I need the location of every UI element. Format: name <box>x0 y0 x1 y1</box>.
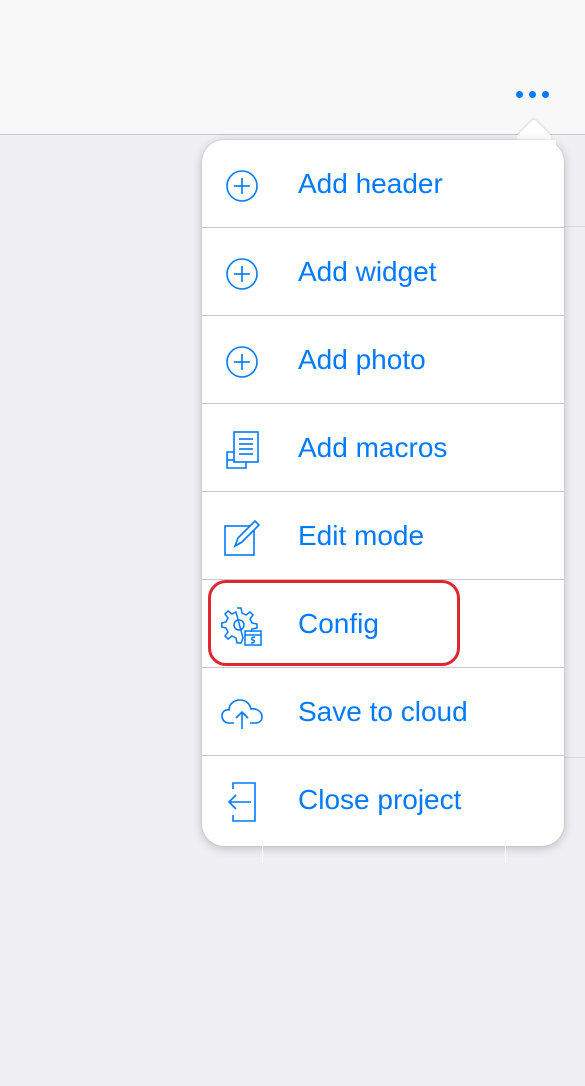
plus-circle-icon <box>220 164 264 208</box>
menu-item-add-photo[interactable]: Add photo <box>202 316 564 404</box>
menu-item-save-to-cloud[interactable]: Save to cloud <box>202 668 564 756</box>
background-divider <box>564 226 585 227</box>
menu-item-label: Save to cloud <box>298 696 468 727</box>
menu-item-add-header[interactable]: Add header <box>202 140 564 228</box>
navigation-bar <box>0 0 585 135</box>
macros-document-icon <box>220 428 264 472</box>
more-options-button[interactable] <box>510 82 554 106</box>
menu-item-label: Add photo <box>298 344 426 375</box>
edit-pencil-icon <box>220 516 264 560</box>
plus-circle-icon <box>220 340 264 384</box>
menu-item-label: Add macros <box>298 432 448 463</box>
menu-item-add-widget[interactable]: Add widget <box>202 228 564 316</box>
menu-item-label: Add widget <box>298 256 437 287</box>
menu-item-edit-mode[interactable]: Edit mode <box>202 492 564 580</box>
plus-circle-icon <box>220 252 264 296</box>
exit-arrow-icon <box>220 780 264 824</box>
cloud-upload-icon <box>220 692 264 736</box>
config-highlight-outline <box>208 580 460 666</box>
background-divider <box>564 757 585 758</box>
menu-item-close-project[interactable]: Close project <box>202 756 564 844</box>
ellipsis-dot <box>528 90 536 98</box>
background-tick <box>262 845 263 863</box>
background-tick <box>505 845 506 863</box>
menu-item-label: Edit mode <box>298 520 425 551</box>
ellipsis-dot <box>541 90 549 98</box>
ellipsis-icon <box>515 90 523 98</box>
menu-item-label: Close project <box>298 784 462 815</box>
menu-item-label: Add header <box>298 168 443 199</box>
actions-menu: Add header Add widget Add photo Add macr… <box>202 140 564 846</box>
menu-item-add-macros[interactable]: Add macros <box>202 404 564 492</box>
